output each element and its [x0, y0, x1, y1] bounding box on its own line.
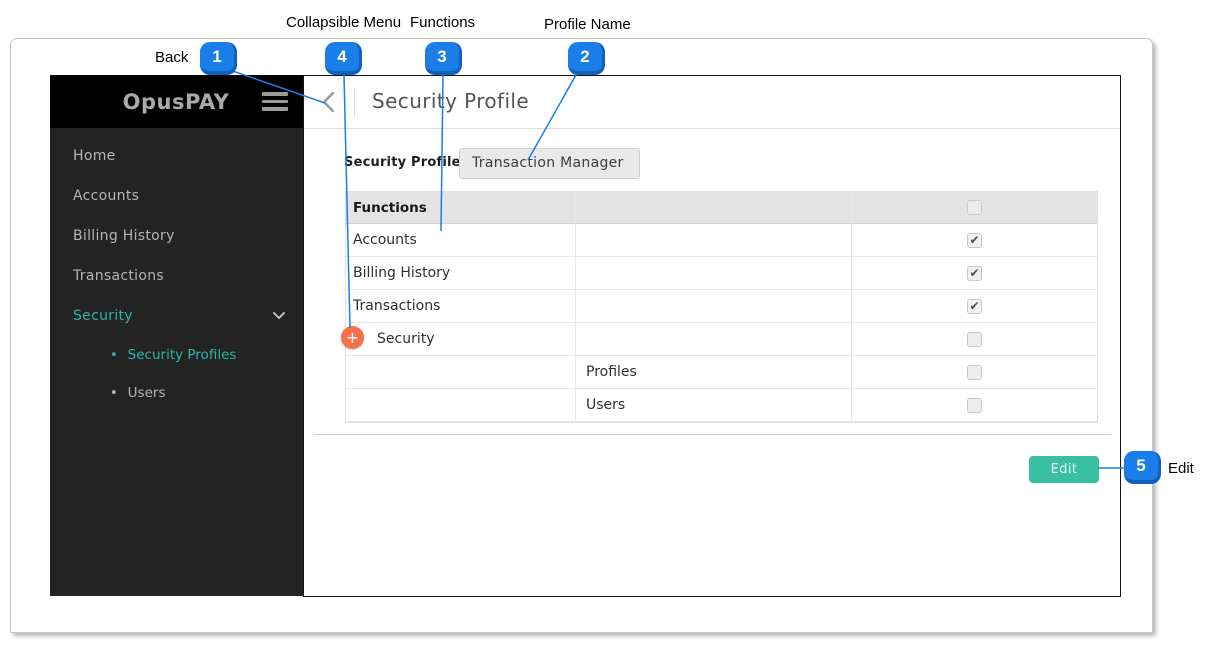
bullet-icon: •	[110, 386, 118, 401]
subfunction-name: Profiles	[576, 356, 852, 388]
main-panel: Security Profile Security Profile* Trans…	[303, 75, 1121, 597]
function-name: Accounts	[346, 224, 576, 256]
function-name: Security	[346, 323, 576, 355]
function-name	[346, 389, 576, 421]
function-name: Billing History	[346, 257, 576, 289]
sidebar-item-billing-history[interactable]: Billing History	[50, 216, 303, 256]
sidebar-item-label: Users	[128, 385, 166, 401]
table-row-profiles: Profiles	[346, 356, 1097, 389]
header-divider	[354, 89, 355, 117]
security-checkbox[interactable]	[967, 332, 982, 347]
accounts-checkbox[interactable]: ✔	[967, 233, 982, 248]
sidebar-item-label: Transactions	[73, 268, 164, 284]
sidebar-item-transactions[interactable]: Transactions	[50, 256, 303, 296]
annotation-label-profile-name: Profile Name	[544, 16, 631, 33]
table-header-spacer	[576, 192, 852, 223]
sidebar-item-label: Home	[73, 148, 116, 164]
annotation-badge-1: 1	[200, 42, 237, 75]
back-button[interactable]	[318, 89, 340, 115]
profiles-checkbox[interactable]	[967, 365, 982, 380]
sidebar-item-security[interactable]: Security	[50, 296, 303, 336]
table-row-accounts: Accounts ✔	[346, 224, 1097, 257]
select-all-checkbox[interactable]	[967, 200, 982, 215]
chevron-down-icon	[273, 312, 285, 320]
transactions-checkbox[interactable]: ✔	[967, 299, 982, 314]
sidebar-item-home[interactable]: Home	[50, 136, 303, 176]
table-row-billing-history: Billing History ✔	[346, 257, 1097, 290]
annotation-label-edit: Edit	[1168, 460, 1194, 477]
sidebar-item-label: Billing History	[73, 228, 175, 244]
edit-button[interactable]: Edit	[1029, 456, 1099, 483]
annotation-label-back: Back	[155, 49, 188, 66]
annotation-label-functions: Functions	[410, 14, 475, 31]
bullet-icon: •	[110, 348, 118, 363]
page-title: Security Profile	[372, 89, 529, 113]
table-header-row: Functions	[346, 192, 1097, 224]
profile-name-input[interactable]: Transaction Manager	[459, 148, 640, 179]
expand-security-plus-icon[interactable]: +	[341, 326, 364, 349]
content-divider	[314, 434, 1111, 435]
function-name: Transactions	[346, 290, 576, 322]
sidebar-header: OpusPAY	[50, 75, 303, 128]
sidebar-item-label: Security Profiles	[128, 347, 237, 363]
subfunction-name	[576, 290, 852, 322]
table-row-users: Users	[346, 389, 1097, 422]
annotation-label-collapsible-menu: Collapsible Menu	[286, 14, 401, 31]
page-header: Security Profile	[304, 76, 1120, 129]
table-row-transactions: Transactions ✔	[346, 290, 1097, 323]
subfunction-name: Users	[576, 389, 852, 421]
users-checkbox[interactable]	[967, 398, 982, 413]
profile-name-label: Security Profile*	[344, 155, 471, 170]
subfunction-name	[576, 257, 852, 289]
annotation-badge-2: 2	[568, 42, 605, 75]
table-row-security: Security	[346, 323, 1097, 356]
subfunction-name	[576, 323, 852, 355]
billing-history-checkbox[interactable]: ✔	[967, 266, 982, 281]
function-name	[346, 356, 576, 388]
annotation-badge-4: 4	[325, 42, 362, 75]
back-chevron-icon	[318, 89, 340, 115]
sidebar-item-label: Security	[73, 308, 133, 324]
sidebar-nav: Home Accounts Billing History Transactio…	[50, 128, 303, 412]
sidebar: OpusPAY Home Accounts Billing History Tr…	[50, 75, 303, 596]
sidebar-item-accounts[interactable]: Accounts	[50, 176, 303, 216]
subfunction-name	[576, 224, 852, 256]
hamburger-menu-icon[interactable]	[262, 92, 288, 111]
sidebar-item-label: Accounts	[73, 188, 139, 204]
annotation-badge-3: 3	[425, 42, 462, 75]
page: OpusPAY Home Accounts Billing History Tr…	[0, 0, 1209, 646]
sidebar-item-users[interactable]: • Users	[50, 374, 303, 412]
profile-name-label-text: Security Profile	[344, 155, 461, 170]
annotation-badge-5: 5	[1124, 451, 1161, 484]
table-header-functions: Functions	[346, 192, 576, 223]
sidebar-item-security-profiles[interactable]: • Security Profiles	[50, 336, 303, 374]
brand-logo: OpusPAY	[106, 90, 246, 114]
functions-table: Functions Accounts ✔ Billing History ✔ T…	[345, 191, 1098, 423]
